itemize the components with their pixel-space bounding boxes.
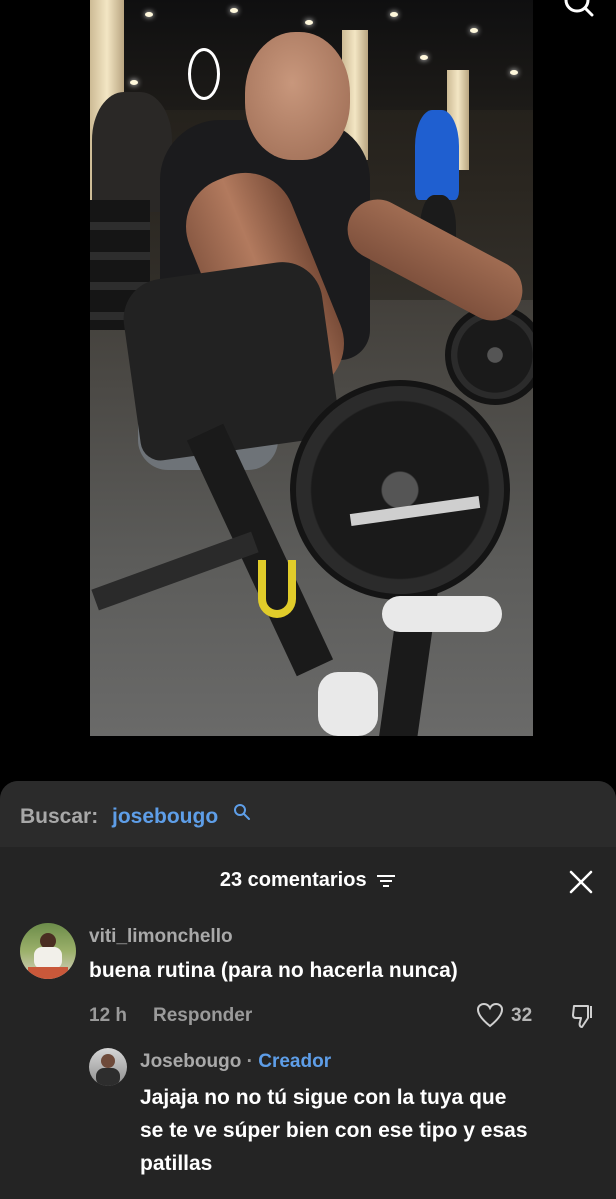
dislike-icon[interactable] [570, 1002, 598, 1030]
lifter-head [245, 32, 350, 160]
reply-username[interactable]: Josebougo · Creador [140, 1051, 331, 1073]
reply-text-line: Jajaja no no tú sigue con la tuya que [140, 1086, 507, 1109]
comments-header: 23 comentarios [0, 861, 616, 901]
lifter-shoe [382, 596, 502, 632]
background-person [415, 110, 459, 200]
sort-icon[interactable] [376, 873, 396, 889]
comments-sheet: Buscar: josebougo 23 comentarios viti_li… [0, 781, 616, 1199]
reply-username-text: Josebougo [140, 1051, 242, 1072]
comment-username[interactable]: viti_limonchello [89, 926, 233, 948]
reply-text-line: patillas [140, 1152, 213, 1175]
search-icon[interactable] [560, 0, 594, 26]
search-suggestion[interactable]: Buscar: josebougo [0, 781, 616, 847]
gym-logo [188, 48, 220, 100]
search-icon [234, 804, 250, 820]
video-frame[interactable] [90, 0, 533, 736]
creator-badge: Creador [258, 1051, 332, 1072]
video-player[interactable] [0, 0, 616, 790]
heart-icon[interactable] [476, 1002, 504, 1028]
comments-count-label: 23 comentarios [219, 869, 367, 891]
weight-plate [290, 380, 510, 600]
search-prefix: Buscar: [20, 805, 99, 828]
separator-dot: · [246, 1051, 253, 1072]
avatar[interactable] [89, 1048, 127, 1086]
comment-time: 12 h [89, 1005, 128, 1026]
comment-text: buena rutina (para no hacerla nunca) [89, 959, 458, 982]
reply-text-line: se te ve súper bien con ese tipo y esas [140, 1119, 528, 1142]
bench-hook [258, 560, 296, 618]
lifter-shoe [318, 672, 378, 736]
comments-count[interactable]: 23 comentarios [0, 869, 616, 892]
reply-button[interactable]: Responder [153, 1005, 252, 1027]
like-count: 32 [511, 1005, 533, 1026]
close-icon[interactable] [566, 867, 596, 897]
avatar[interactable] [20, 923, 76, 979]
search-term-link[interactable]: josebougo [112, 805, 218, 829]
